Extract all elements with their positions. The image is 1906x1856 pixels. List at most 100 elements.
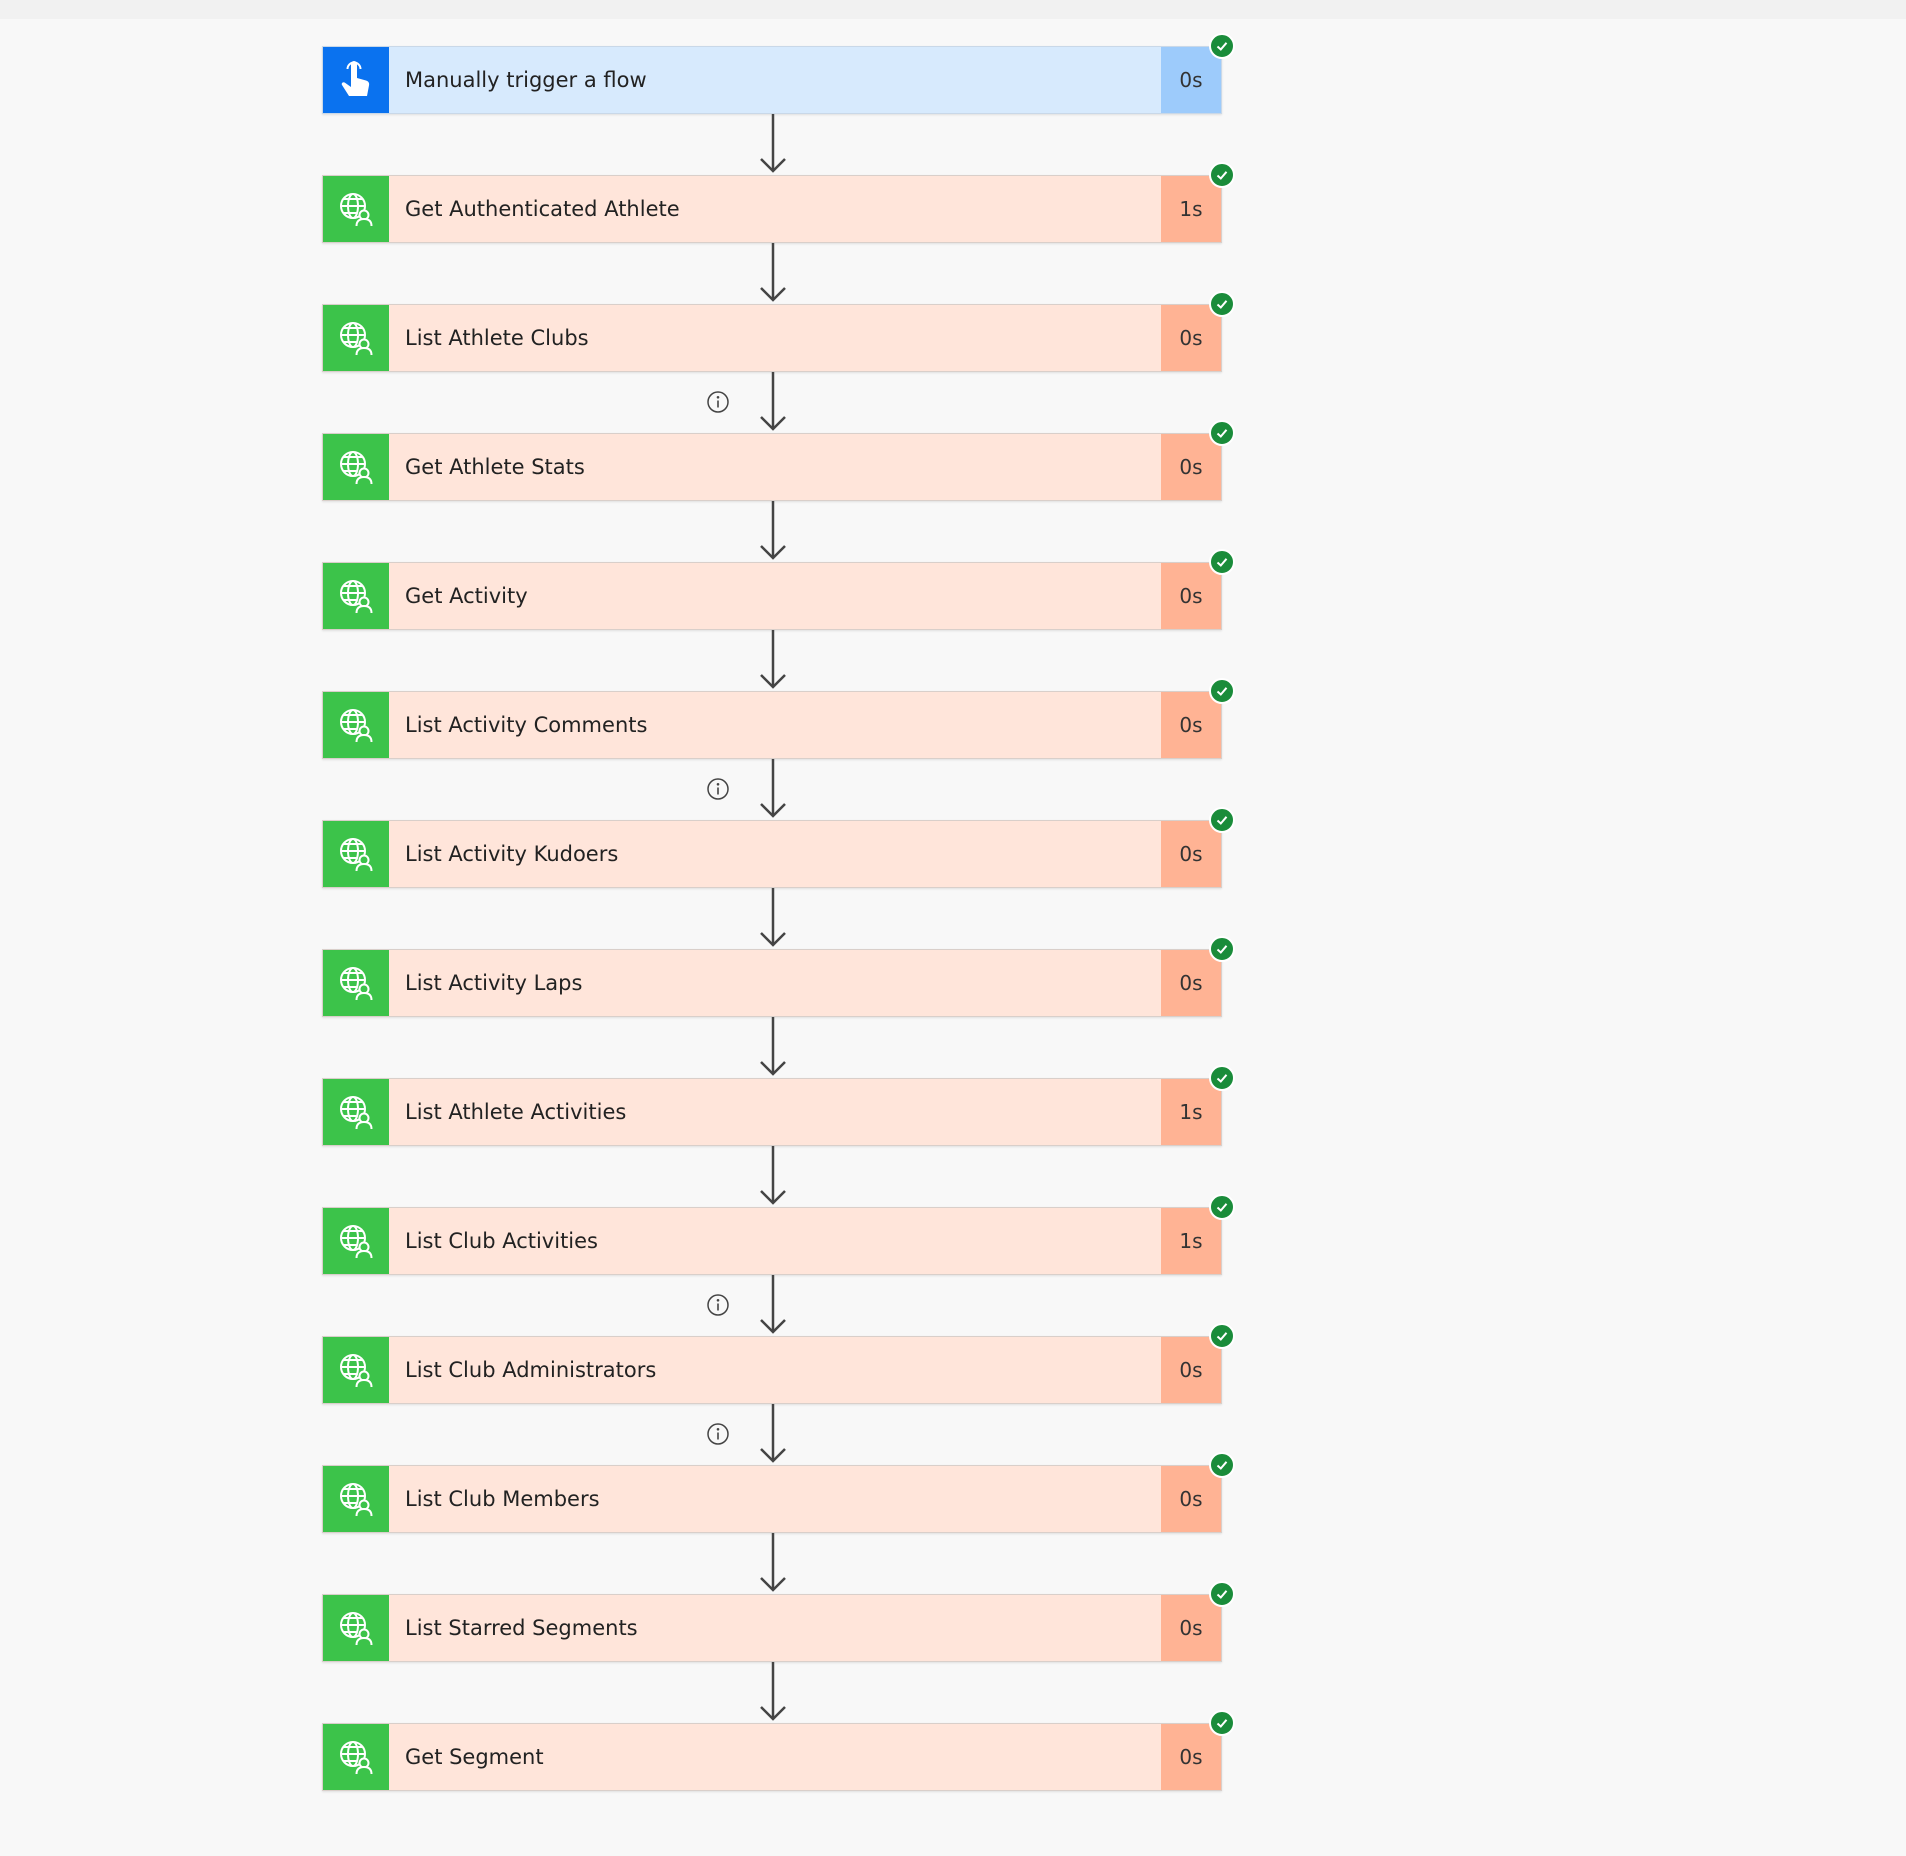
step-connector [322, 1146, 1222, 1207]
step-duration: 0s [1161, 1466, 1221, 1532]
step-duration: 0s [1161, 1724, 1221, 1790]
step-connector [322, 630, 1222, 691]
info-icon[interactable] [706, 1422, 730, 1446]
step-title: Manually trigger a flow [405, 68, 647, 92]
success-check-icon [1209, 420, 1235, 446]
action-card[interactable]: Get Authenticated Athlete 1s [322, 162, 1235, 243]
globe-person-icon [323, 1466, 389, 1532]
action-card[interactable]: List Activity Kudoers 0s [322, 807, 1235, 888]
step-title: List Club Administrators [405, 1358, 657, 1382]
globe-person-icon [323, 1595, 389, 1661]
arrow-down-icon [758, 1146, 788, 1207]
globe-person-icon [323, 1724, 389, 1790]
success-check-icon [1209, 1452, 1235, 1478]
step-duration: 0s [1161, 821, 1221, 887]
flow-step: Get Authenticated Athlete 1s [322, 162, 1235, 243]
globe-person-icon [323, 434, 389, 500]
flow-step: List Activity Comments 0s [322, 678, 1235, 759]
step-duration: 0s [1161, 950, 1221, 1016]
flow-step: List Athlete Activities 1s [322, 1065, 1235, 1146]
step-title: Get Activity [405, 584, 528, 608]
flow-step: List Activity Laps 0s [322, 936, 1235, 1017]
action-card[interactable]: List Club Activities 1s [322, 1194, 1235, 1275]
arrow-down-icon [758, 1275, 788, 1336]
arrow-down-icon [758, 759, 788, 820]
touch-hand-icon [323, 47, 389, 113]
success-check-icon [1209, 678, 1235, 704]
step-title: List Starred Segments [405, 1616, 638, 1640]
action-card[interactable]: List Club Administrators 0s [322, 1323, 1235, 1404]
step-duration: 0s [1161, 305, 1221, 371]
arrow-down-icon [758, 1662, 788, 1723]
info-icon[interactable] [706, 390, 730, 414]
step-title: List Club Members [405, 1487, 600, 1511]
step-connector [322, 1533, 1222, 1594]
step-connector [322, 501, 1222, 562]
step-title: List Activity Comments [405, 713, 648, 737]
success-check-icon [1209, 807, 1235, 833]
success-check-icon [1209, 1710, 1235, 1736]
success-check-icon [1209, 549, 1235, 575]
info-icon[interactable] [706, 777, 730, 801]
step-title: List Activity Laps [405, 971, 583, 995]
step-title: Get Segment [405, 1745, 544, 1769]
step-connector [322, 114, 1222, 175]
step-connector [322, 372, 1222, 433]
arrow-down-icon [758, 1017, 788, 1078]
success-check-icon [1209, 1581, 1235, 1607]
step-connector [322, 243, 1222, 304]
step-duration: 0s [1161, 1337, 1221, 1403]
step-title: List Athlete Clubs [405, 326, 589, 350]
step-title: Get Athlete Stats [405, 455, 585, 479]
step-duration: 0s [1161, 692, 1221, 758]
action-card[interactable]: Get Activity 0s [322, 549, 1235, 630]
step-duration: 0s [1161, 563, 1221, 629]
arrow-down-icon [758, 888, 788, 949]
info-icon[interactable] [706, 1293, 730, 1317]
arrow-down-icon [758, 243, 788, 304]
arrow-down-icon [758, 501, 788, 562]
step-duration: 0s [1161, 1595, 1221, 1661]
top-bar [0, 0, 1906, 19]
flow-step: List Club Members 0s [322, 1452, 1235, 1533]
success-check-icon [1209, 1194, 1235, 1220]
action-card[interactable]: List Athlete Activities 1s [322, 1065, 1235, 1146]
step-title: List Athlete Activities [405, 1100, 627, 1124]
action-card[interactable]: List Activity Comments 0s [322, 678, 1235, 759]
action-card[interactable]: Get Segment 0s [322, 1710, 1235, 1791]
globe-person-icon [323, 305, 389, 371]
step-duration: 1s [1161, 176, 1221, 242]
flow-step: Get Segment 0s [322, 1710, 1235, 1791]
globe-person-icon [323, 1337, 389, 1403]
flow-step: List Athlete Clubs 0s [322, 291, 1235, 372]
step-title: Get Authenticated Athlete [405, 197, 680, 221]
step-duration: 1s [1161, 1208, 1221, 1274]
action-card[interactable]: List Activity Laps 0s [322, 936, 1235, 1017]
success-check-icon [1209, 162, 1235, 188]
success-check-icon [1209, 291, 1235, 317]
flow-step: List Club Administrators 0s [322, 1323, 1235, 1404]
flow-step: Manually trigger a flow 0s [322, 33, 1235, 114]
success-check-icon [1209, 33, 1235, 59]
globe-person-icon [323, 821, 389, 887]
flow-step: List Starred Segments 0s [322, 1581, 1235, 1662]
trigger-card[interactable]: Manually trigger a flow 0s [322, 33, 1235, 114]
arrow-down-icon [758, 1404, 788, 1465]
flow-step: List Activity Kudoers 0s [322, 807, 1235, 888]
arrow-down-icon [758, 372, 788, 433]
action-card[interactable]: List Athlete Clubs 0s [322, 291, 1235, 372]
step-connector [322, 1662, 1222, 1723]
flow-run-canvas: Manually trigger a flow 0s Get Authenticat… [322, 33, 1235, 1791]
step-duration: 1s [1161, 1079, 1221, 1145]
action-card[interactable]: List Starred Segments 0s [322, 1581, 1235, 1662]
step-connector [322, 1275, 1222, 1336]
success-check-icon [1209, 936, 1235, 962]
step-duration: 0s [1161, 434, 1221, 500]
step-duration: 0s [1161, 47, 1221, 113]
action-card[interactable]: List Club Members 0s [322, 1452, 1235, 1533]
action-card[interactable]: Get Athlete Stats 0s [322, 420, 1235, 501]
arrow-down-icon [758, 114, 788, 175]
globe-person-icon [323, 1208, 389, 1274]
step-connector [322, 759, 1222, 820]
success-check-icon [1209, 1323, 1235, 1349]
